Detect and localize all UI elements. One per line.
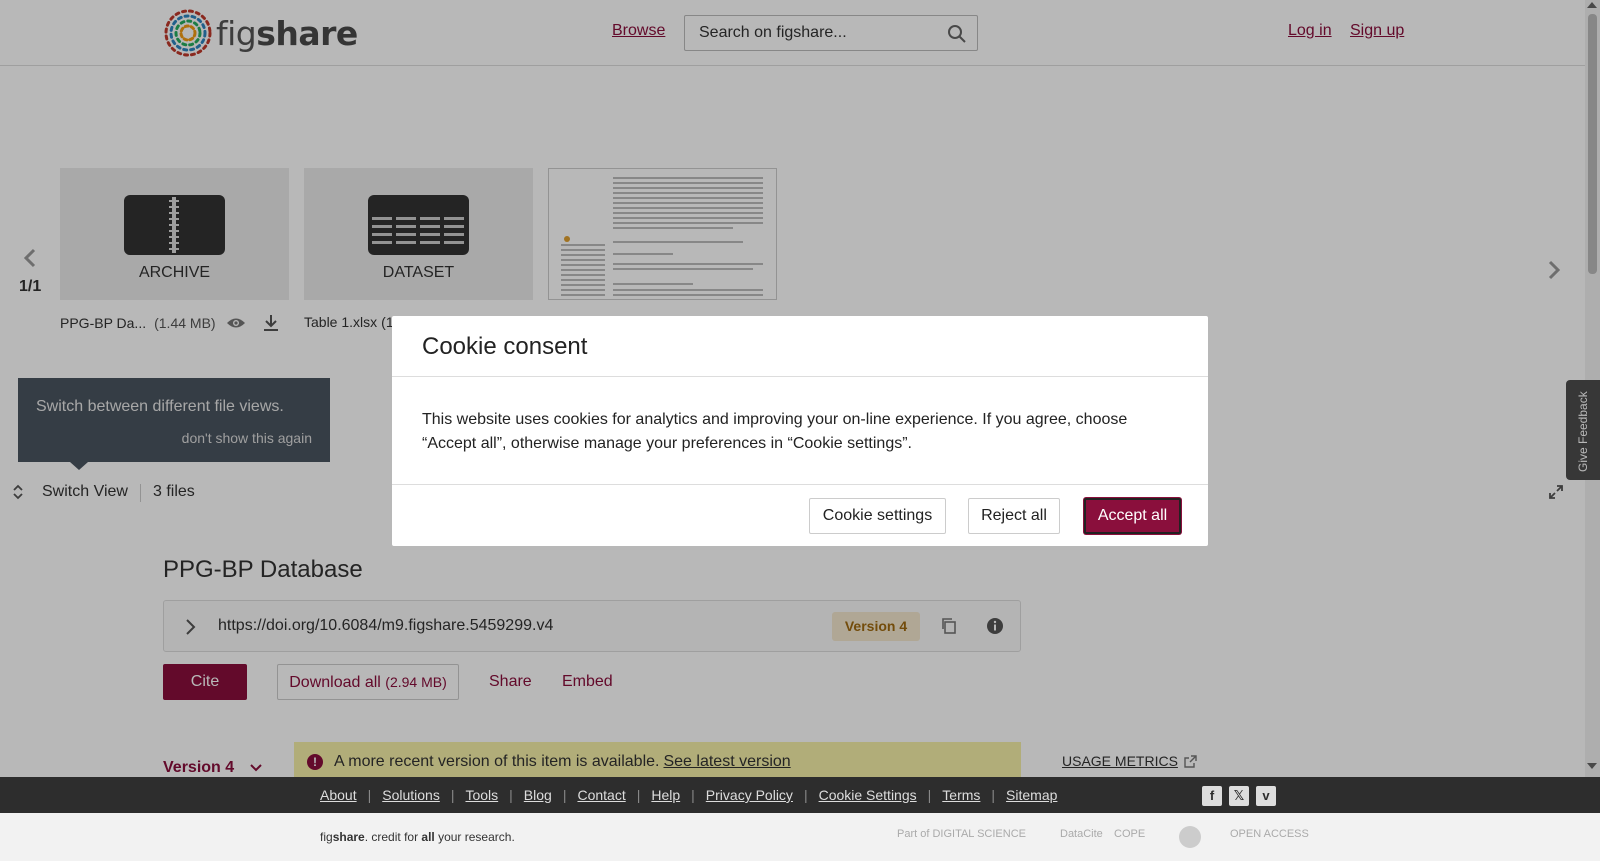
footer-separator: | <box>991 787 996 803</box>
footer-link-help[interactable]: Help <box>651 787 680 803</box>
footer-separator: | <box>636 787 641 803</box>
datacite-logo[interactable]: DataCite <box>1060 828 1103 840</box>
footer-link-privacy-policy[interactable]: Privacy Policy <box>706 787 793 803</box>
accept-all-button[interactable]: Accept all <box>1084 498 1181 534</box>
vimeo-icon[interactable]: v <box>1256 786 1276 806</box>
cope-logo[interactable]: COPE <box>1114 828 1145 840</box>
footer-link-blog[interactable]: Blog <box>524 787 552 803</box>
divider <box>392 484 1208 485</box>
globe-logo-icon[interactable] <box>1178 825 1202 849</box>
footer-separator: | <box>562 787 567 803</box>
footer-separator: | <box>509 787 513 803</box>
footer-separator: | <box>367 787 372 803</box>
x-twitter-icon[interactable]: 𝕏 <box>1229 786 1249 806</box>
footer-separator: | <box>803 787 808 803</box>
footer-separator: | <box>691 787 695 803</box>
open-access-logo[interactable]: OPEN ACCESS <box>1230 828 1309 840</box>
footer-link-cookie-settings[interactable]: Cookie Settings <box>819 787 917 803</box>
dialog-title: Cookie consent <box>422 333 588 360</box>
dialog-body: This website uses cookies for analytics … <box>422 411 1128 452</box>
footer-bottom: figshare. credit for all your research. … <box>0 813 1600 861</box>
footer-link-about[interactable]: About <box>320 787 357 803</box>
footer-separator: | <box>927 787 932 803</box>
divider <box>392 376 1208 377</box>
footer-link-sitemap[interactable]: Sitemap <box>1006 787 1057 803</box>
footer-link-tools[interactable]: Tools <box>465 787 498 803</box>
facebook-icon[interactable]: f <box>1202 786 1222 806</box>
footer-link-contact[interactable]: Contact <box>577 787 625 803</box>
footer-link-solutions[interactable]: Solutions <box>382 787 440 803</box>
footer-links: About | Solutions | Tools | Blog | Contact | Help |… <box>320 787 1057 803</box>
digital-science-logo[interactable]: Part of DIGITAL SCIENCE <box>897 828 1026 840</box>
footer-tagline: figshare. credit for all your research. <box>320 830 515 844</box>
cookie-consent-dialog: Cookie consent This website uses cookies… <box>392 316 1208 546</box>
reject-all-button[interactable]: Reject all <box>968 498 1060 534</box>
footer-link-terms[interactable]: Terms <box>942 787 980 803</box>
footer-separator: | <box>450 787 455 803</box>
footer-nav: About | Solutions | Tools | Blog | Contact | Help |… <box>0 777 1600 813</box>
cookie-settings-button[interactable]: Cookie settings <box>809 498 946 534</box>
